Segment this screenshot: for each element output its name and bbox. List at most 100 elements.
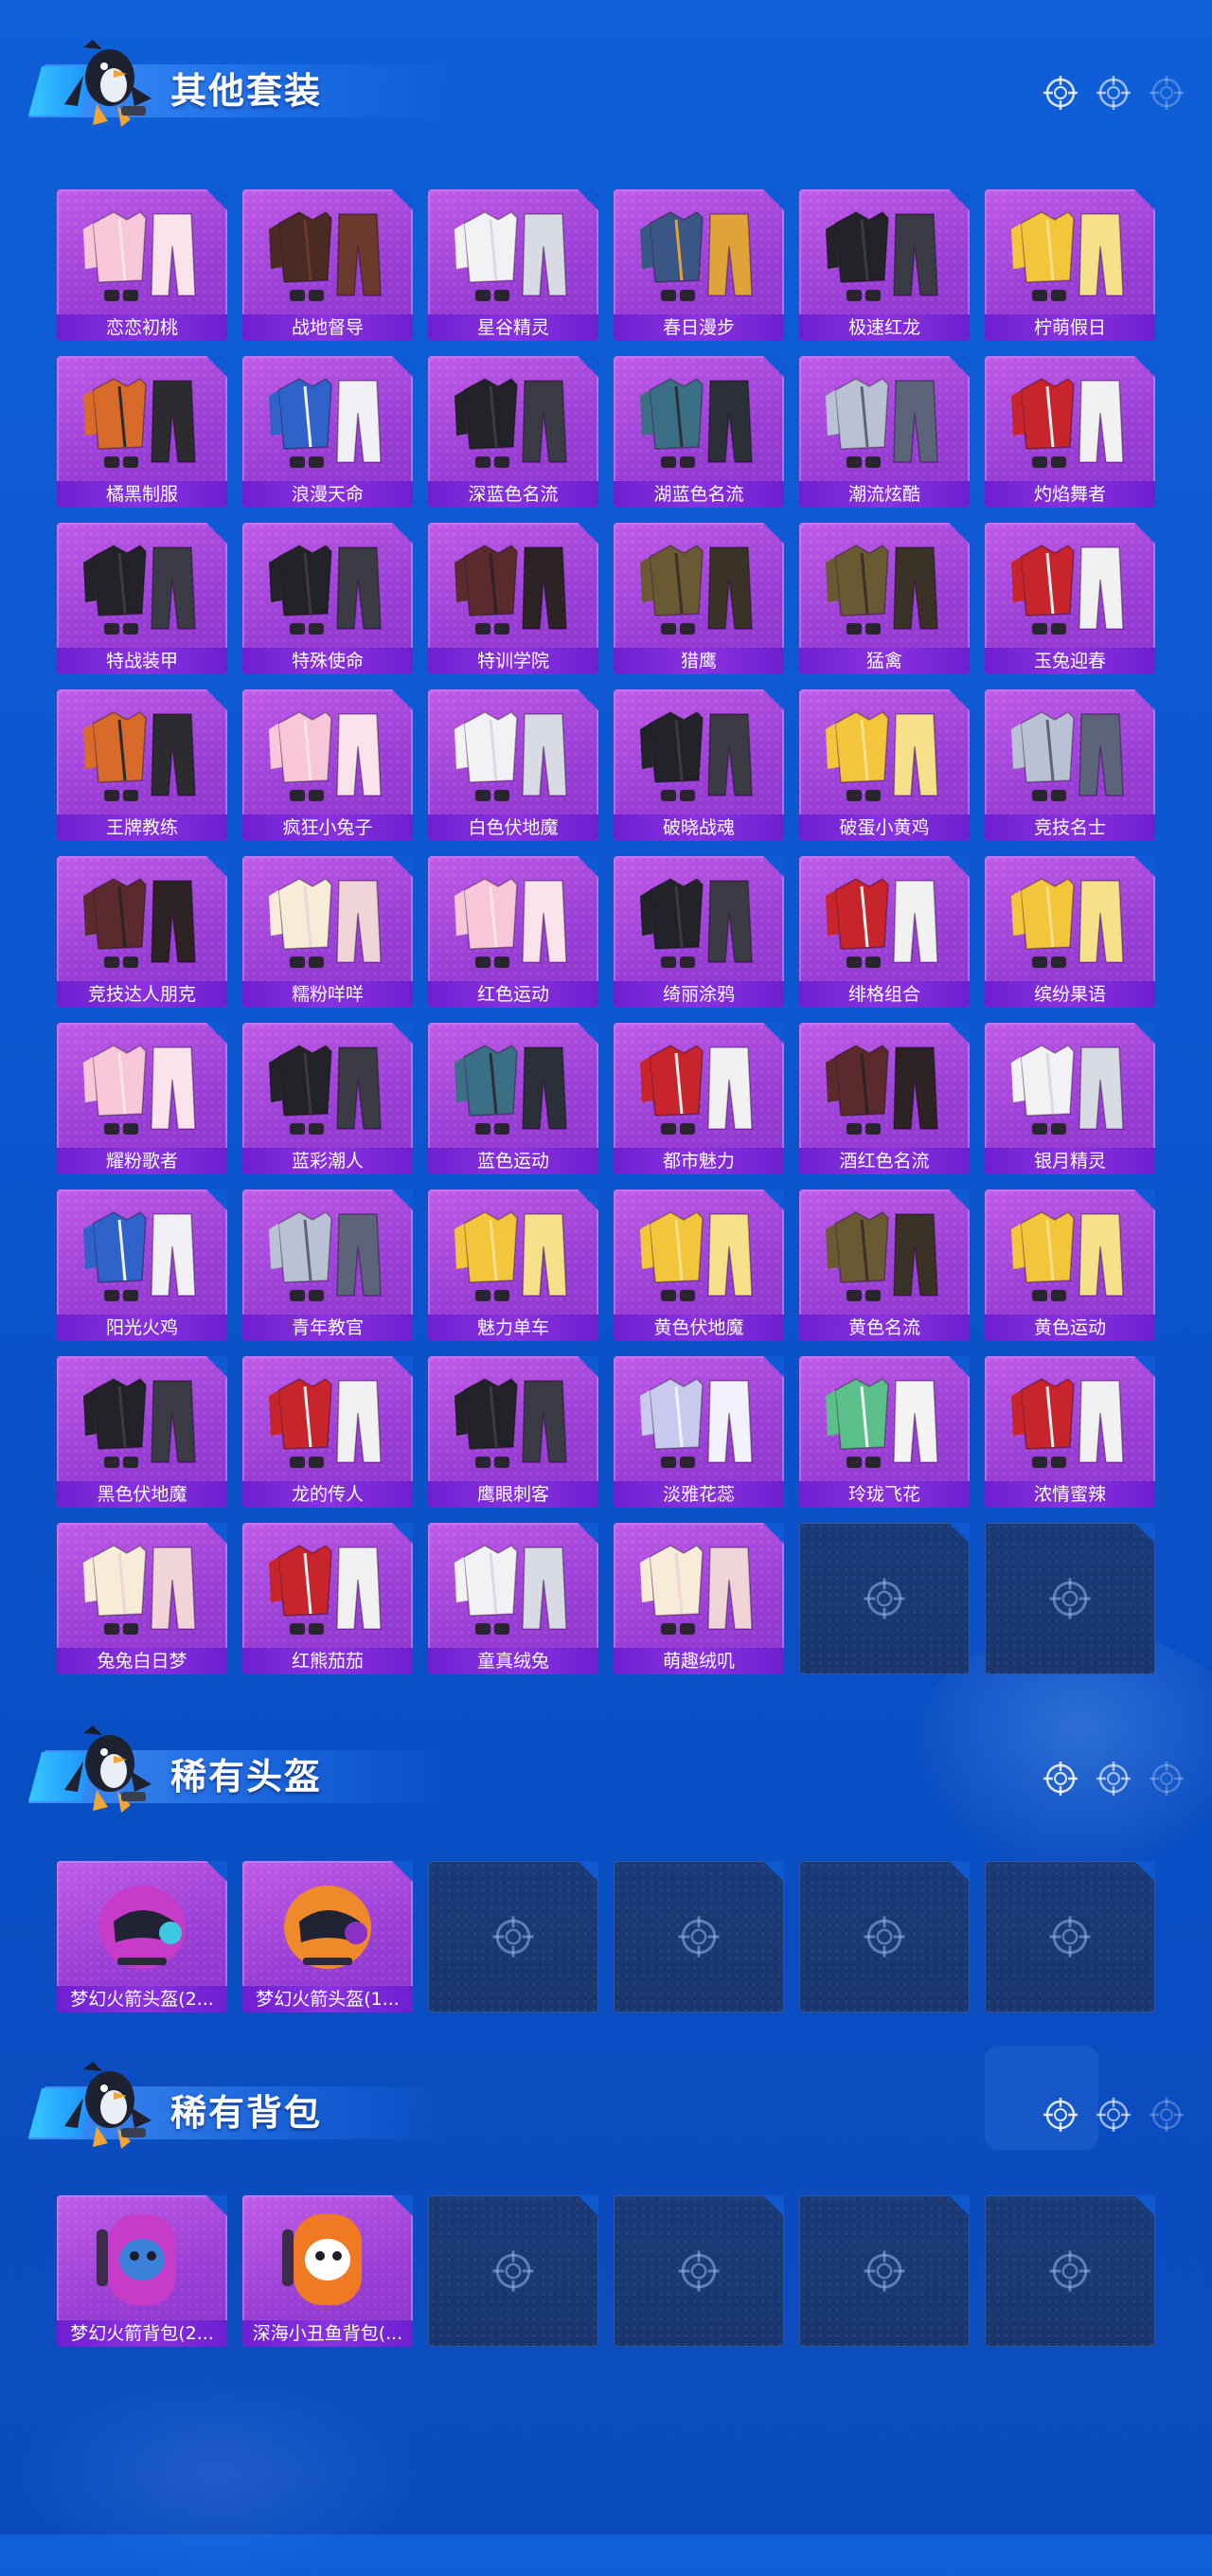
item-card[interactable]: 特训学院 <box>428 523 598 674</box>
crosshair-icon <box>864 2250 905 2292</box>
item-card[interactable]: 银月精灵 <box>985 1023 1155 1174</box>
crosshair-icon <box>492 2250 534 2292</box>
item-card[interactable]: 绯格组合 <box>799 856 970 1008</box>
item-card[interactable]: 青年教官 <box>242 1190 413 1341</box>
item-card[interactable]: 柠萌假日 <box>985 189 1155 341</box>
item-label: 黄色伏地魔 <box>614 1315 784 1341</box>
item-card[interactable]: 橘黑制服 <box>57 356 227 508</box>
item-label: 竞技达人朋克 <box>57 981 227 1008</box>
item-card[interactable]: 特殊使命 <box>242 523 413 674</box>
outfit-image <box>640 1378 753 1468</box>
outfit-image <box>1011 378 1124 468</box>
item-card[interactable]: 王牌教练 <box>57 689 227 841</box>
empty-slot <box>614 1861 784 2012</box>
outfit-image <box>269 1211 382 1301</box>
item-card[interactable]: 都市魅力 <box>614 1023 784 1174</box>
crosshair-icon <box>864 1916 905 1958</box>
item-card[interactable]: 兔兔白日梦 <box>57 1523 227 1674</box>
item-card[interactable]: 耀粉歌者 <box>57 1023 227 1174</box>
item-card[interactable]: 魅力单车 <box>428 1190 598 1341</box>
item-card[interactable]: 潮流炫酷 <box>799 356 970 508</box>
background-glow-decoration <box>19 2368 417 2576</box>
outfit-image <box>269 1545 382 1635</box>
item-card[interactable]: 猛禽 <box>799 523 970 674</box>
item-card[interactable]: 战地督导 <box>242 189 413 341</box>
item-card[interactable]: 梦幻火箭头盔(2... <box>57 1861 227 2012</box>
section-title: 稀有背包 <box>170 2092 323 2134</box>
item-card[interactable]: 极速红龙 <box>799 189 970 341</box>
item-label: 特战装甲 <box>57 648 227 674</box>
item-label: 糯粉咩咩 <box>242 981 413 1008</box>
item-card[interactable]: 深蓝色名流 <box>428 356 598 508</box>
item-card[interactable]: 绮丽涂鸦 <box>614 856 784 1008</box>
item-card[interactable]: 红熊茄茄 <box>242 1523 413 1674</box>
item-grid: 梦幻火箭头盔(2... 梦幻火箭头盔(1... <box>57 1861 1155 2012</box>
outfit-image <box>826 1211 938 1301</box>
item-card[interactable]: 梦幻火箭背包(2... <box>57 2195 227 2347</box>
item-label: 缤纷果语 <box>985 981 1155 1008</box>
outfit-image <box>826 878 938 968</box>
section-target-icons <box>1042 74 1184 112</box>
item-card[interactable]: 深海小丑鱼背包(... <box>242 2195 413 2347</box>
item-card[interactable]: 恋恋初桃 <box>57 189 227 341</box>
item-card[interactable]: 竞技达人朋克 <box>57 856 227 1008</box>
crosshair-icon <box>1150 76 1184 110</box>
crosshair-icon <box>1042 74 1079 112</box>
outfit-image <box>1011 1211 1124 1301</box>
penguin-mascot-icon <box>64 2062 152 2149</box>
outfit-image <box>1011 878 1124 968</box>
item-card[interactable]: 猎鹰 <box>614 523 784 674</box>
item-label: 极速红龙 <box>799 314 970 341</box>
item-card[interactable]: 竞技名士 <box>985 689 1155 841</box>
outfit-image <box>826 711 938 801</box>
item-card[interactable]: 白色伏地魔 <box>428 689 598 841</box>
item-card[interactable]: 浪漫天命 <box>242 356 413 508</box>
item-card[interactable]: 阳光火鸡 <box>57 1190 227 1341</box>
item-card[interactable]: 黄色名流 <box>799 1190 970 1341</box>
item-card[interactable]: 浓情蜜辣 <box>985 1356 1155 1508</box>
item-card[interactable]: 破晓战魂 <box>614 689 784 841</box>
item-card[interactable]: 龙的传人 <box>242 1356 413 1508</box>
outfit-image <box>284 1886 371 1969</box>
item-label: 银月精灵 <box>985 1148 1155 1174</box>
item-card[interactable]: 黄色运动 <box>985 1190 1155 1341</box>
item-card[interactable]: 玉兔迎春 <box>985 523 1155 674</box>
item-card[interactable]: 红色运动 <box>428 856 598 1008</box>
item-card[interactable]: 童真绒兔 <box>428 1523 598 1674</box>
item-card[interactable]: 破蛋小黄鸡 <box>799 689 970 841</box>
outfit-image <box>83 1211 196 1301</box>
item-label: 深蓝色名流 <box>428 481 598 508</box>
empty-slot <box>799 1523 970 1674</box>
item-label: 魅力单车 <box>428 1315 598 1341</box>
item-card[interactable]: 蓝彩潮人 <box>242 1023 413 1174</box>
item-card[interactable]: 酒红色名流 <box>799 1023 970 1174</box>
outfit-image <box>454 211 567 301</box>
outfit-image <box>97 2214 176 2305</box>
item-label: 战地督导 <box>242 314 413 341</box>
item-card[interactable]: 缤纷果语 <box>985 856 1155 1008</box>
item-card[interactable]: 梦幻火箭头盔(1... <box>242 1861 413 2012</box>
empty-slot <box>985 1523 1155 1674</box>
item-card[interactable]: 黑色伏地魔 <box>57 1356 227 1508</box>
item-label: 酒红色名流 <box>799 1148 970 1174</box>
item-card[interactable]: 黄色伏地魔 <box>614 1190 784 1341</box>
item-card[interactable]: 特战装甲 <box>57 523 227 674</box>
item-card[interactable]: 湖蓝色名流 <box>614 356 784 508</box>
item-card[interactable]: 星谷精灵 <box>428 189 598 341</box>
item-card[interactable]: 玲珑飞花 <box>799 1356 970 1508</box>
section-target-icons <box>1042 2096 1184 2134</box>
item-label: 竞技名士 <box>985 814 1155 841</box>
item-card[interactable]: 淡雅花蕊 <box>614 1356 784 1508</box>
item-label: 橘黑制服 <box>57 481 227 508</box>
item-card[interactable]: 萌趣绒叽 <box>614 1523 784 1674</box>
crosshair-icon <box>1150 1762 1184 1796</box>
item-card[interactable]: 疯狂小兔子 <box>242 689 413 841</box>
item-card[interactable]: 灼焰舞者 <box>985 356 1155 508</box>
outfit-image <box>269 878 382 968</box>
penguin-mascot-icon <box>64 1726 152 1813</box>
item-label: 浓情蜜辣 <box>985 1481 1155 1508</box>
item-card[interactable]: 鹰眼刺客 <box>428 1356 598 1508</box>
item-card[interactable]: 蓝色运动 <box>428 1023 598 1174</box>
item-card[interactable]: 春日漫步 <box>614 189 784 341</box>
item-card[interactable]: 糯粉咩咩 <box>242 856 413 1008</box>
